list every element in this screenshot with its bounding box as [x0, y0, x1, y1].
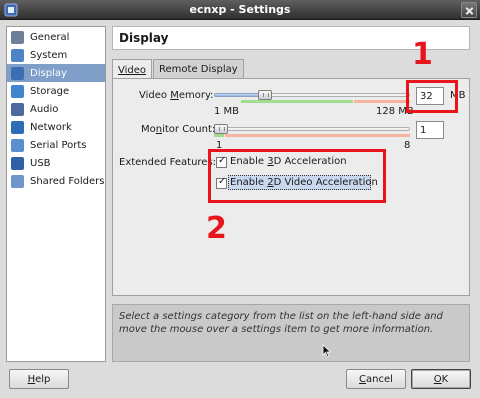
- display-tabs: Video Remote Display: [112, 59, 245, 80]
- virtualbox-icon: [4, 3, 18, 17]
- extended-features-label: Extended Features:: [119, 157, 217, 168]
- annotation-box-1: [406, 80, 458, 113]
- sidebar-item-serial-ports[interactable]: Serial Ports: [7, 136, 105, 154]
- video-memory-label: Video Memory:: [139, 90, 214, 101]
- sidebar-item-label: Display: [30, 67, 67, 79]
- annotation-box-2: [208, 149, 386, 203]
- sidebar-item-label: Network: [30, 121, 72, 133]
- window-title: ecnxp - Settings: [189, 3, 291, 16]
- monitor-count-range-ok: [214, 134, 224, 137]
- mouse-cursor-icon: [322, 344, 332, 358]
- ok-button[interactable]: OK: [411, 369, 471, 389]
- tab-video-label: Video: [118, 64, 147, 76]
- storage-icon: [11, 84, 24, 98]
- annotation-number-1: 1: [412, 37, 433, 72]
- sidebar-item-label: USB: [30, 157, 51, 169]
- info-message: Select a settings category from the list…: [112, 304, 470, 362]
- monitor-count-input[interactable]: 1: [416, 121, 444, 139]
- sidebar-item-audio[interactable]: Audio: [7, 100, 105, 118]
- sidebar-item-label: Storage: [30, 85, 70, 97]
- help-button[interactable]: Help: [9, 369, 69, 389]
- monitor-count-value: 1: [420, 124, 427, 136]
- settings-category-list: General System Display Storage Audio Network S…: [6, 26, 106, 362]
- network-icon: [11, 120, 24, 134]
- sidebar-item-general[interactable]: General: [7, 28, 105, 46]
- sidebar-item-label: Audio: [30, 103, 59, 115]
- audio-icon: [11, 102, 24, 116]
- monitor-count-label: Monitor Count:: [141, 124, 216, 135]
- video-memory-range-ok: [241, 100, 353, 103]
- tab-remote-display-label: Remote Display: [159, 64, 238, 75]
- system-icon: [11, 48, 24, 62]
- page-title-text: Display: [119, 31, 169, 45]
- tab-video[interactable]: Video: [112, 59, 153, 80]
- title-bar: ecnxp - Settings: [0, 0, 480, 20]
- monitor-count-range-warn: [225, 134, 410, 137]
- sidebar-item-label: Shared Folders: [30, 175, 105, 187]
- monitor-count-slider-thumb[interactable]: [214, 124, 228, 134]
- sidebar-item-system[interactable]: System: [7, 46, 105, 64]
- sidebar-item-usb[interactable]: USB: [7, 154, 105, 172]
- sidebar-item-display[interactable]: Display: [7, 64, 105, 82]
- settings-window: ecnxp - Settings General System Display Sto…: [0, 0, 480, 398]
- display-icon: [11, 66, 24, 80]
- sidebar-item-shared-folders[interactable]: Shared Folders: [7, 172, 105, 190]
- sidebar-item-storage[interactable]: Storage: [7, 82, 105, 100]
- tab-remote-display[interactable]: Remote Display: [153, 59, 244, 79]
- video-memory-range-warn: [354, 100, 410, 103]
- monitor-count-max: 8: [404, 140, 411, 151]
- close-window-button[interactable]: [461, 2, 477, 18]
- annotation-number-2: 2: [206, 211, 227, 246]
- video-memory-slider-thumb[interactable]: [258, 90, 272, 100]
- general-icon: [11, 30, 24, 44]
- cancel-button[interactable]: Cancel: [346, 369, 406, 389]
- serial-ports-icon: [11, 138, 24, 152]
- sidebar-item-label: General: [30, 31, 70, 43]
- video-memory-min: 1 MB: [214, 106, 240, 117]
- folder-icon: [11, 174, 24, 188]
- usb-icon: [11, 156, 24, 170]
- sidebar-item-label: System: [30, 49, 68, 61]
- sidebar-item-label: Serial Ports: [30, 139, 87, 151]
- sidebar-item-network[interactable]: Network: [7, 118, 105, 136]
